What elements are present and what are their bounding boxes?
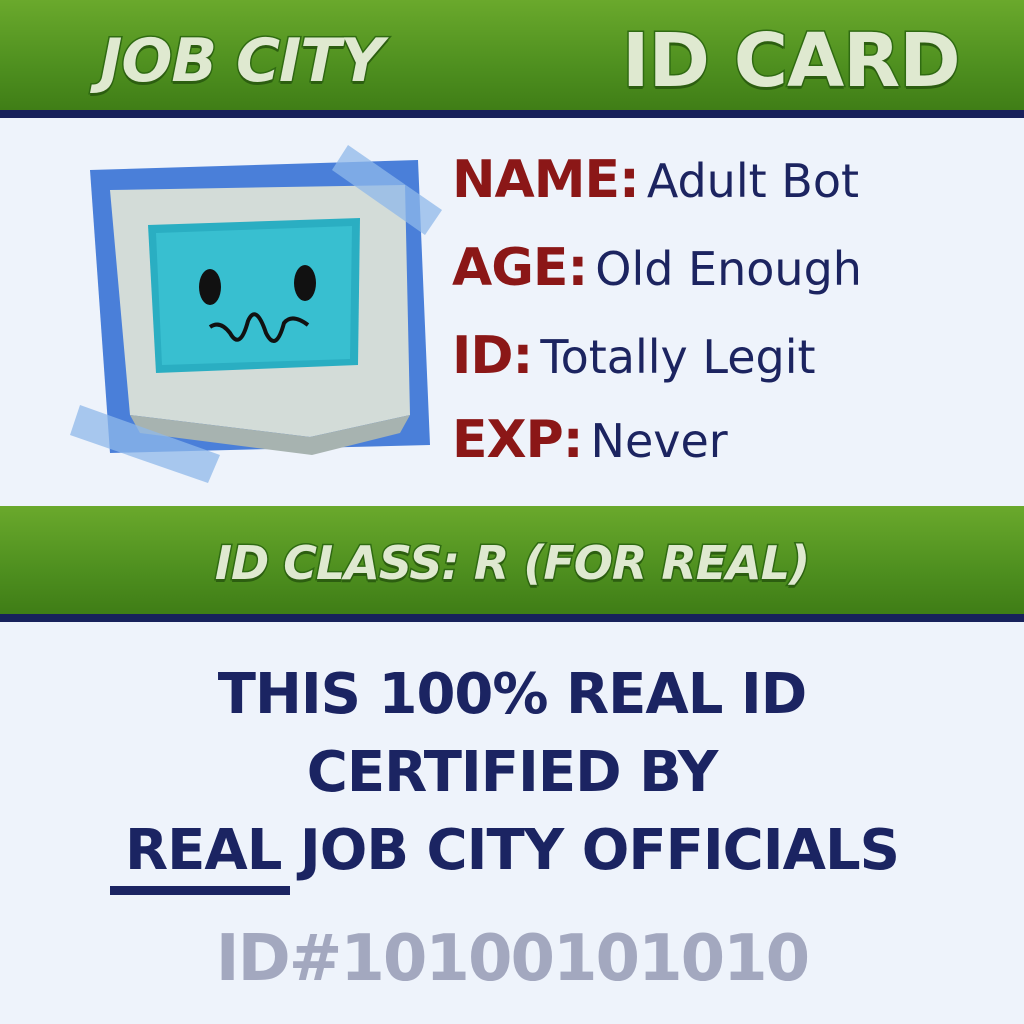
field-value: Never [590,414,728,468]
officials-text: JOB CITY OFFICIALS [299,818,900,883]
left-eye-icon [199,269,221,305]
field-label: EXP: [452,410,584,470]
field-value: Old Enough [595,242,862,296]
field-value: Adult Bot [646,154,860,208]
field-label: NAME: [452,150,640,210]
right-eye-icon [294,265,316,301]
serial-number: ID#10100101010 [215,922,810,996]
field-value: Totally Legit [540,330,816,384]
certification-line-1: THIS 100% REAL ID [217,662,807,727]
class-divider [0,614,1024,622]
field-label: AGE: [452,238,588,298]
real-underline [110,886,290,895]
field-label: ID: [452,326,533,386]
field-age: AGE: Old Enough [452,238,862,298]
field-expiration: EXP: Never [452,410,728,470]
certification-line-3: REAL JOB CITY OFFICIALS [0,818,1024,883]
id-class-label: ID CLASS: R (FOR REAL) [213,535,811,592]
real-emphasis: REAL [125,818,282,883]
brand-title: JOB CITY [99,25,386,98]
robot-portrait [70,145,442,483]
field-id: ID: Totally Legit [452,326,816,386]
card-label: ID CARD [621,17,963,106]
field-name: NAME: Adult Bot [452,150,859,210]
certification-line-2: CERTIFIED BY [306,740,719,805]
